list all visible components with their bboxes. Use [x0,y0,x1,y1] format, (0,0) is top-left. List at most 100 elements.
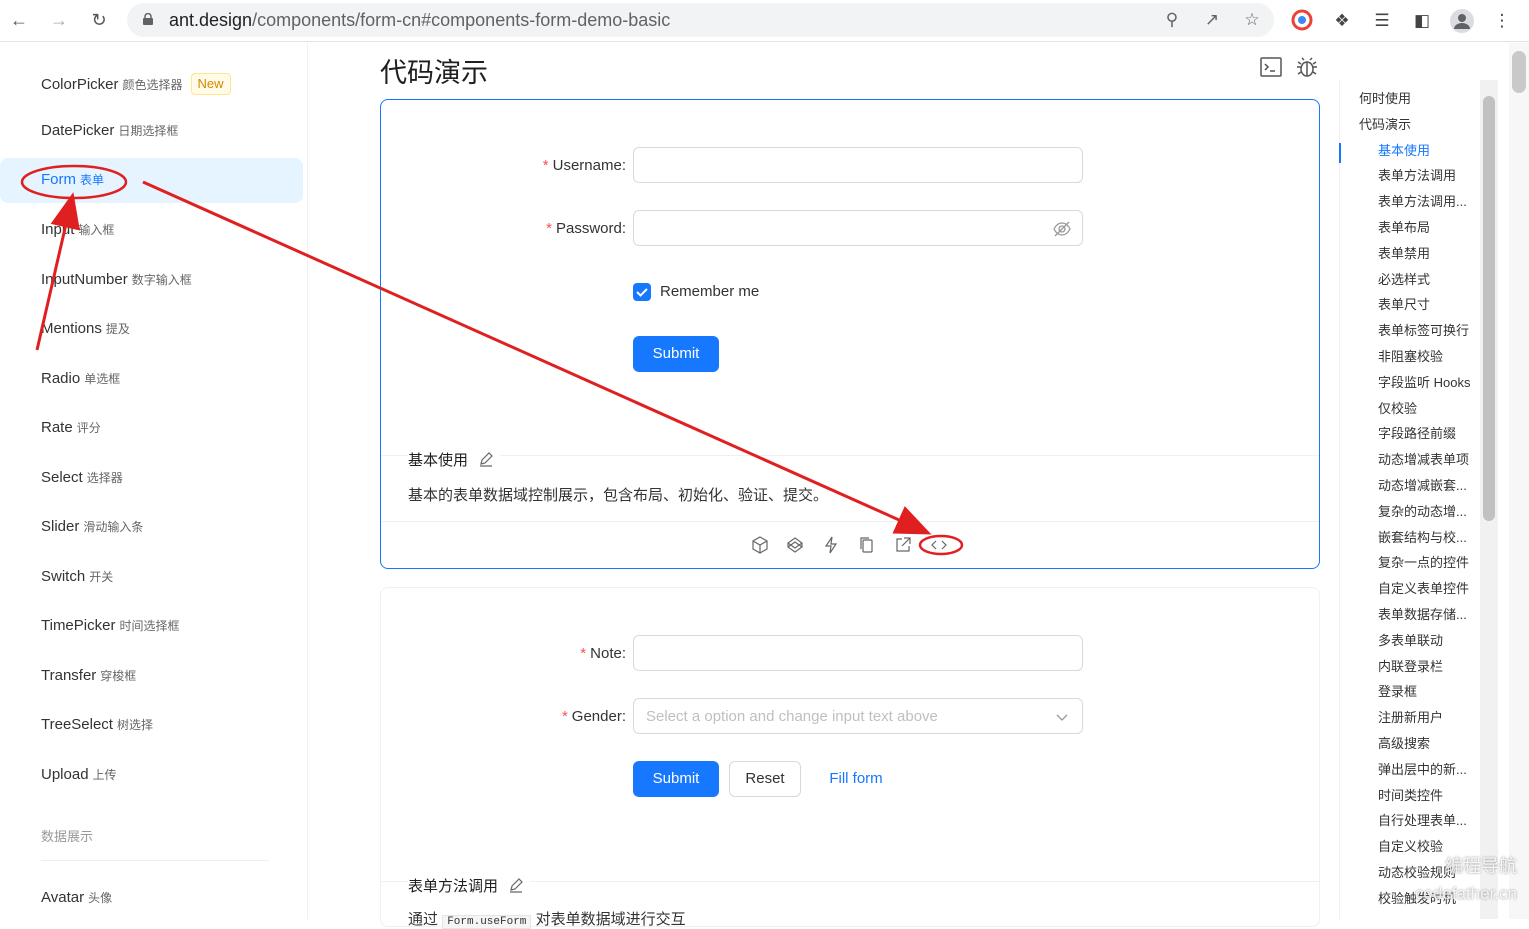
sidebar-item-transfer[interactable]: Transfer 穿梭框 [0,654,303,698]
sidebar-item-avatar[interactable]: Avatar 头像 [0,876,303,920]
submit-button[interactable]: Submit [633,336,719,372]
chrome-extension-icon[interactable] [1290,9,1314,33]
toc-item[interactable]: 登录框 [1378,681,1417,700]
stackblitz-icon[interactable] [822,536,840,554]
code-expand-icon[interactable] [930,536,948,554]
reload-icon[interactable]: ↻ [88,9,110,31]
back-arrow-icon[interactable]: ← [8,9,30,31]
toc-scrollbar-thumb[interactable] [1483,96,1495,521]
toc-scrollbar[interactable] [1480,80,1498,919]
toc-item[interactable]: 复杂一点的控件 [1378,552,1469,571]
toc-item[interactable]: 仅校验 [1378,398,1417,417]
toc-item[interactable]: 基本使用 [1378,140,1430,159]
remember-checkbox[interactable] [633,283,651,301]
edit-icon[interactable] [508,877,524,893]
toc-item[interactable]: 高级搜索 [1378,733,1430,752]
copy-icon[interactable] [858,536,876,554]
sidebar-item-switch[interactable]: Switch 开关 [0,555,303,599]
toc-item[interactable]: 时间类控件 [1378,785,1443,804]
toc-item[interactable]: 动态增减表单项 [1378,449,1469,468]
puzzle-extensions-icon[interactable]: ❖ [1330,9,1354,33]
sidebar-group-title: 数据展示 [41,829,94,844]
sidebar-item-colorpicker[interactable]: ColorPicker 颜色选择器 New [0,60,303,104]
zoom-icon[interactable]: ⚲ [1162,10,1182,30]
toc-item[interactable]: 表单布局 [1378,217,1430,236]
watermark-url: codefather.cn [1414,884,1517,903]
toc-item[interactable]: 表单方法调用 [1378,165,1456,184]
username-input[interactable] [633,147,1083,183]
gender-row: * Gender: Select a option and change inpu… [381,698,1321,736]
note-row: * Note: [381,635,1321,673]
toc-item[interactable]: 表单数据存储... [1378,604,1467,623]
toc-item[interactable]: 复杂的动态增... [1378,501,1467,520]
sidebar-item-datepicker[interactable]: DatePicker 日期选择框 [0,109,303,153]
toc-item[interactable]: 表单标签可换行 [1378,320,1469,339]
bookmark-star-icon[interactable]: ☆ [1242,10,1262,30]
meta-divider [381,455,1319,456]
sidebar-item-treeselect[interactable]: TreeSelect 树选择 [0,703,303,747]
codesandbox-icon[interactable] [751,536,769,554]
toc-item[interactable]: 多表单联动 [1378,630,1443,649]
toc-item[interactable]: 自定义表单控件 [1378,578,1469,597]
sidebar-item-slider[interactable]: Slider 滑动输入条 [0,505,303,549]
toc-item[interactable]: 代码演示 [1359,114,1411,133]
password-label: * Password: [546,220,626,237]
media-queue-icon[interactable]: ☰ [1370,9,1394,33]
page-scrollbar[interactable] [1509,43,1529,919]
toc-item[interactable]: 注册新用户 [1378,707,1443,726]
toc-item[interactable]: 非阻塞校验 [1378,346,1443,365]
sidebar-item-upload[interactable]: Upload 上传 [0,753,303,797]
codepen-icon[interactable] [786,536,804,554]
toc-item[interactable]: 何时使用 [1359,88,1411,107]
toc-item[interactable]: 自行处理表单... [1378,810,1467,829]
page-scrollbar-thumb[interactable] [1512,51,1526,93]
sidebar-item-mentions[interactable]: Mentions 提及 [0,307,303,351]
note-input[interactable] [633,635,1083,671]
toc-item[interactable]: 弹出层中的新... [1378,759,1467,778]
sidebar-item-timepicker[interactable]: TimePicker 时间选择框 [0,604,303,648]
reset-button[interactable]: Reset [729,761,801,797]
toc-item[interactable]: 内联登录栏 [1378,656,1443,675]
bug-icon[interactable] [1295,55,1319,79]
forward-arrow-icon[interactable]: → [48,9,70,31]
watermark-title: 编程导航 [1445,856,1517,876]
toc-item[interactable]: 必选样式 [1378,269,1430,288]
remember-label: Remember me [660,283,760,300]
submit-button-2[interactable]: Submit [633,761,719,797]
toc-item[interactable]: 字段监听 Hooks [1378,372,1470,391]
toc-item[interactable]: 表单方法调用... [1378,191,1467,210]
gender-placeholder: Select a option and change input text ab… [646,708,938,725]
eye-invisible-icon[interactable] [1052,219,1072,239]
password-input[interactable] [633,210,1083,246]
demo-title[interactable]: 基本使用 [408,449,501,470]
gender-select[interactable]: Select a option and change input text ab… [633,698,1083,734]
toc-item[interactable]: 自定义校验 [1378,836,1443,855]
sidebar-item-select[interactable]: Select 选择器 [0,456,303,500]
terminal-icon[interactable] [1259,55,1283,79]
address-bar[interactable]: ant.design/components/form-cn#components… [127,3,1274,37]
chevron-down-icon [1056,714,1068,721]
toc-item[interactable]: 字段路径前缀 [1378,423,1456,442]
sidebar-item-radio[interactable]: Radio 单选框 [0,357,303,401]
toc-item[interactable]: 动态增减嵌套... [1378,475,1467,494]
menu-kebab-icon[interactable]: ⋮ [1490,9,1514,33]
actions-divider [381,521,1319,522]
toc-item[interactable]: 表单禁用 [1378,243,1430,262]
profile-avatar-icon[interactable] [1450,9,1474,33]
demo-title-2[interactable]: 表单方法调用 [408,875,531,896]
username-row: * Username: [381,147,1321,185]
side-panel-icon[interactable]: ◧ [1410,9,1434,33]
sidebar-item-form[interactable]: Form 表单 [0,158,303,203]
share-icon[interactable]: ↗ [1202,10,1222,30]
toc-item[interactable]: 嵌套结构与校... [1378,527,1467,546]
fill-form-button[interactable]: Fill form [815,761,897,797]
sidebar-item-input[interactable]: Input 输入框 [0,208,303,252]
url-text: ant.design/components/form-cn#components… [169,10,671,30]
edit-icon[interactable] [478,451,494,467]
sidebar-item-rate[interactable]: Rate 评分 [0,406,303,450]
demo-basic-card: * Username: * Password: Remember me Submit… [380,99,1320,569]
sidebar-item-inputnumber[interactable]: InputNumber 数字输入框 [0,258,303,302]
demo-control-hooks-card: * Note: * Gender: Select a option and chan… [380,587,1321,929]
open-external-icon[interactable] [894,536,912,554]
toc-item[interactable]: 表单尺寸 [1378,294,1430,313]
